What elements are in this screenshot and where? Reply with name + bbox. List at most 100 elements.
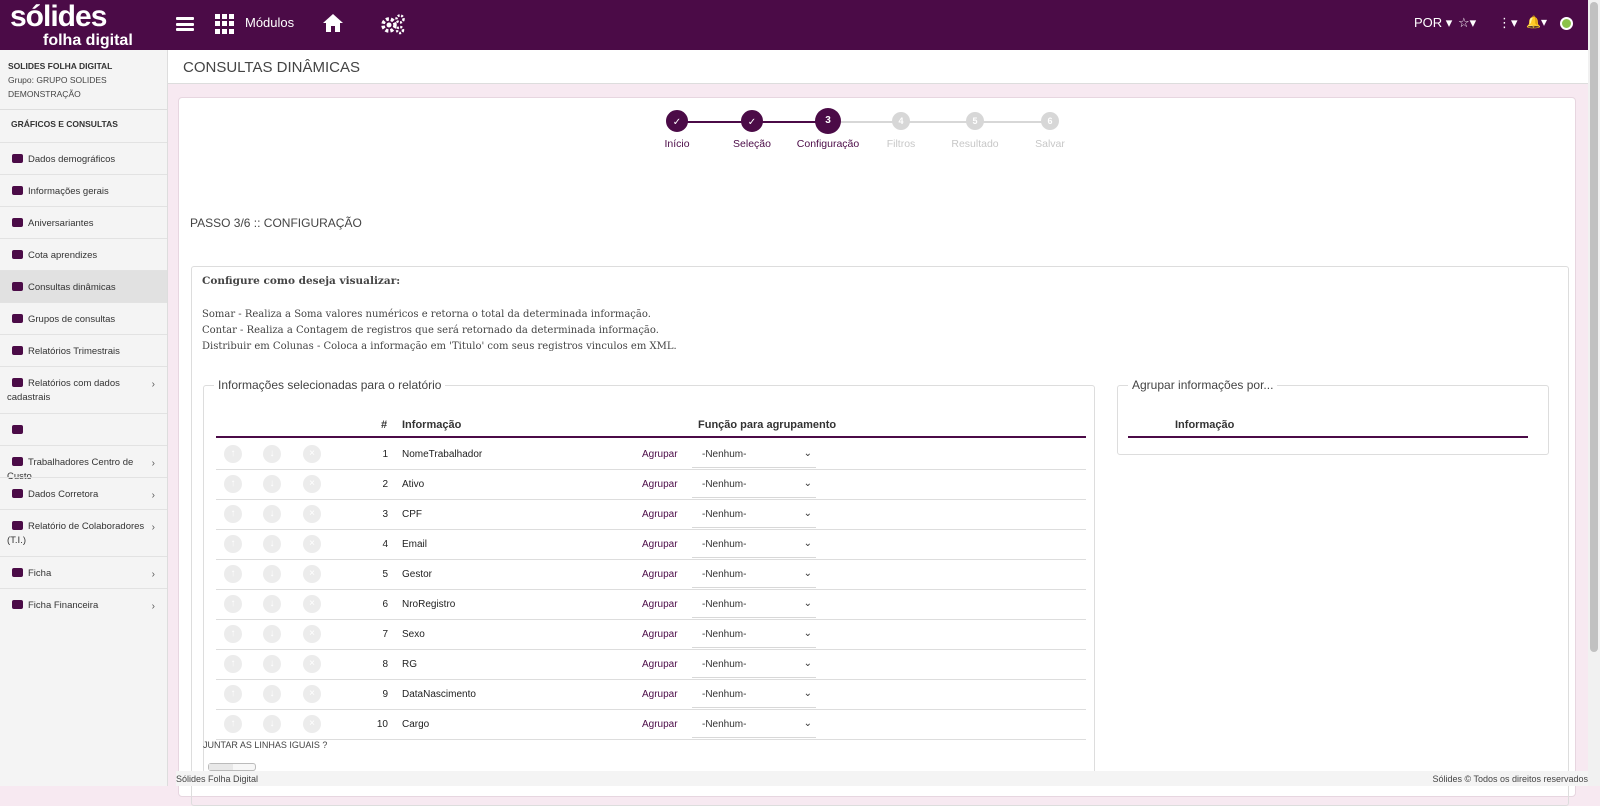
move-down-icon[interactable]: ↓ bbox=[263, 595, 281, 613]
remove-icon[interactable]: × bbox=[303, 655, 321, 673]
sidebar-item[interactable]: print-icon bbox=[0, 413, 167, 445]
globe-icon[interactable] bbox=[1560, 17, 1573, 30]
merge-rows-toggle[interactable] bbox=[208, 763, 256, 771]
chevron-down-icon: ⌄ bbox=[803, 448, 812, 459]
company-name: SOLIDES FOLHA DIGITAL bbox=[8, 61, 113, 71]
sidebar-item[interactable]: smile-icon Aniversariantes bbox=[0, 206, 167, 238]
remove-icon[interactable]: × bbox=[303, 625, 321, 643]
step-dot[interactable]: ✓ bbox=[666, 110, 688, 132]
sidebar-item-label: Relatórios com dados cadastrais bbox=[7, 378, 120, 403]
remove-icon[interactable]: × bbox=[303, 535, 321, 553]
company-info: SOLIDES FOLHA DIGITAL Grupo: GRUPO SOLID… bbox=[0, 50, 167, 101]
remove-icon[interactable]: × bbox=[303, 715, 321, 733]
sidebar-item[interactable]: print-icon Ficha › bbox=[0, 556, 167, 588]
modules-menu[interactable]: Módulos bbox=[245, 15, 294, 30]
function-select[interactable]: -Nenhum- ⌄ bbox=[692, 472, 816, 498]
main-content: CONSULTAS DINÂMICAS ✓ Início ✓ Seleção 3 Conf… bbox=[168, 50, 1588, 806]
remove-icon[interactable]: × bbox=[303, 685, 321, 703]
move-down-icon[interactable]: ↓ bbox=[263, 715, 281, 733]
group-link[interactable]: Agrupar bbox=[642, 689, 678, 700]
kebab-icon[interactable]: ⋮▾ bbox=[1498, 15, 1518, 31]
move-down-icon[interactable]: ↓ bbox=[263, 685, 281, 703]
move-up-icon[interactable]: ↑ bbox=[224, 715, 242, 733]
group-link[interactable]: Agrupar bbox=[642, 659, 678, 670]
sidebar-item[interactable]: print-icon Relatórios Trimestrais bbox=[0, 334, 167, 366]
language-selector[interactable]: POR ▾ bbox=[1414, 15, 1452, 31]
function-select-value: -Nenhum- bbox=[702, 659, 747, 670]
menu-icon[interactable] bbox=[176, 17, 194, 31]
group-link[interactable]: Agrupar bbox=[642, 629, 678, 640]
move-down-icon[interactable]: ↓ bbox=[263, 535, 281, 553]
function-select[interactable]: -Nenhum- ⌄ bbox=[692, 442, 816, 468]
row-info: Cargo bbox=[402, 719, 430, 730]
move-up-icon[interactable]: ↑ bbox=[224, 445, 242, 463]
move-down-icon[interactable]: ↓ bbox=[263, 655, 281, 673]
sidebar-item[interactable]: id-card-icon Informações gerais bbox=[0, 174, 167, 206]
page-scrollbar[interactable] bbox=[1588, 0, 1600, 786]
function-select[interactable]: -Nenhum- ⌄ bbox=[692, 652, 816, 678]
group-link[interactable]: Agrupar bbox=[642, 569, 678, 580]
remove-icon[interactable]: × bbox=[303, 595, 321, 613]
step-dot[interactable]: ✓ bbox=[741, 110, 763, 132]
table-row: ↑ ↓ × 9 DataNascimento Agrupar -Nenhum- ⌄ bbox=[216, 680, 1086, 710]
move-down-icon[interactable]: ↓ bbox=[263, 445, 281, 463]
remove-icon[interactable]: × bbox=[303, 505, 321, 523]
sidebar-item[interactable]: pie-icon Dados demográficos bbox=[0, 142, 167, 174]
function-select[interactable]: -Nenhum- ⌄ bbox=[692, 532, 816, 558]
row-number: 6 bbox=[382, 599, 388, 610]
move-up-icon[interactable]: ↑ bbox=[224, 535, 242, 553]
remove-icon[interactable]: × bbox=[303, 445, 321, 463]
move-down-icon[interactable]: ↓ bbox=[263, 565, 281, 583]
bell-icon[interactable]: 🔔▾ bbox=[1526, 15, 1547, 29]
sidebar-item[interactable]: print-iconTrabalhadores Centro de Custo› bbox=[0, 445, 167, 482]
function-select[interactable]: -Nenhum- ⌄ bbox=[692, 592, 816, 618]
row-number: 10 bbox=[376, 719, 388, 730]
move-up-icon[interactable]: ↑ bbox=[224, 625, 242, 643]
sidebar-item[interactable]: print-iconRelatórios com dados cadastrai… bbox=[0, 366, 167, 413]
star-icon[interactable]: ☆▾ bbox=[1458, 15, 1476, 31]
group-link[interactable]: Agrupar bbox=[642, 539, 678, 550]
group-link[interactable]: Agrupar bbox=[642, 509, 678, 520]
group-link[interactable]: Agrupar bbox=[642, 449, 678, 460]
remove-icon[interactable]: × bbox=[303, 475, 321, 493]
chevron-right-icon: › bbox=[151, 379, 155, 390]
grid-icon[interactable] bbox=[215, 14, 235, 34]
row-number: 7 bbox=[382, 629, 388, 640]
group-link[interactable]: Agrupar bbox=[642, 719, 678, 730]
move-up-icon[interactable]: ↑ bbox=[224, 655, 242, 673]
sidebar-item[interactable]: print-iconRelatório de Colaboradores (T.… bbox=[0, 509, 167, 556]
sidebar-icon: layers-icon bbox=[12, 314, 23, 323]
table-row: ↑ ↓ × 6 NroRegistro Agrupar -Nenhum- ⌄ bbox=[216, 590, 1086, 620]
scrollbar-thumb[interactable] bbox=[1590, 2, 1598, 652]
move-down-icon[interactable]: ↓ bbox=[263, 505, 281, 523]
group-link[interactable]: Agrupar bbox=[642, 599, 678, 610]
move-down-icon[interactable]: ↓ bbox=[263, 625, 281, 643]
move-up-icon[interactable]: ↑ bbox=[224, 595, 242, 613]
move-up-icon[interactable]: ↑ bbox=[224, 505, 242, 523]
gears-icon[interactable] bbox=[380, 13, 406, 40]
home-icon[interactable] bbox=[322, 13, 344, 38]
sidebar-item-label: Relatórios Trimestrais bbox=[28, 346, 120, 357]
sidebar-item[interactable]: graduation-icon Cota aprendizes bbox=[0, 238, 167, 270]
step-dot: 4 bbox=[892, 112, 910, 130]
function-select[interactable]: -Nenhum- ⌄ bbox=[692, 502, 816, 528]
function-select[interactable]: -Nenhum- ⌄ bbox=[692, 712, 816, 738]
move-up-icon[interactable]: ↑ bbox=[224, 565, 242, 583]
sidebar-item[interactable]: print-icon Dados Corretora › bbox=[0, 477, 167, 509]
step-connector bbox=[901, 121, 975, 123]
function-select[interactable]: -Nenhum- ⌄ bbox=[692, 562, 816, 588]
solides-logo[interactable]: sólides folha digital bbox=[10, 0, 135, 49]
sidebar-item-label: Grupos de consultas bbox=[28, 314, 116, 325]
table-row: ↑ ↓ × 8 RG Agrupar -Nenhum- ⌄ bbox=[216, 650, 1086, 680]
sidebar-item[interactable]: table-icon Consultas dinâmicas bbox=[0, 270, 167, 302]
move-up-icon[interactable]: ↑ bbox=[224, 685, 242, 703]
sidebar-item[interactable]: layers-icon Grupos de consultas bbox=[0, 302, 167, 334]
move-up-icon[interactable]: ↑ bbox=[224, 475, 242, 493]
group-link[interactable]: Agrupar bbox=[642, 479, 678, 490]
sidebar-item[interactable]: print-icon Ficha Financeira › bbox=[0, 588, 167, 620]
function-select[interactable]: -Nenhum- ⌄ bbox=[692, 682, 816, 708]
function-select[interactable]: -Nenhum- ⌄ bbox=[692, 622, 816, 648]
function-select-value: -Nenhum- bbox=[702, 449, 747, 460]
remove-icon[interactable]: × bbox=[303, 565, 321, 583]
move-down-icon[interactable]: ↓ bbox=[263, 475, 281, 493]
